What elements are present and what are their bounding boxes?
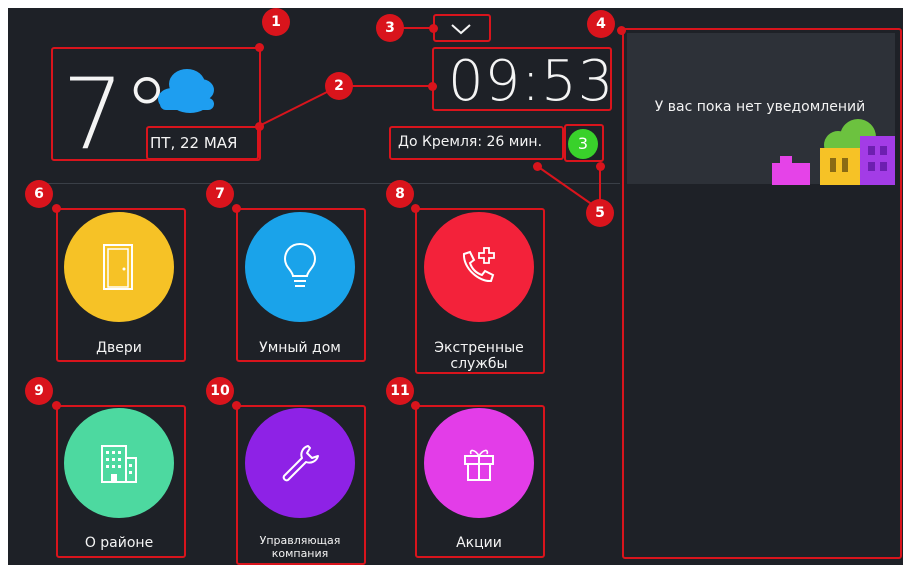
callout-dot-11 <box>411 401 420 410</box>
callout-dot-6 <box>52 204 61 213</box>
callout-dot-1 <box>255 43 264 52</box>
callout-badge-9: 9 <box>25 377 53 405</box>
callout-dot-7 <box>232 204 241 213</box>
callout-badge-2: 2 <box>325 72 353 100</box>
callout-badge-3: 3 <box>376 14 404 42</box>
callout-dot-5b <box>596 162 605 171</box>
callout-badge-6: 6 <box>25 180 53 208</box>
callout-badge-5: 5 <box>586 199 614 227</box>
callout-badge-11: 11 <box>386 377 414 405</box>
callout-dot-8 <box>411 204 420 213</box>
callout-dot-3 <box>429 24 438 33</box>
callout-dot-2b <box>428 82 437 91</box>
callout-connectors <box>258 27 601 211</box>
callout-badge-8: 8 <box>386 180 414 208</box>
callout-dot-9 <box>52 401 61 410</box>
callout-badge-1: 1 <box>262 8 290 36</box>
callout-badge-4: 4 <box>587 10 615 38</box>
callout-badge-10: 10 <box>206 377 234 405</box>
callout-dot-4 <box>617 26 626 35</box>
callout-dot-2a <box>255 122 264 131</box>
callout-dot-10 <box>232 401 241 410</box>
callout-badge-7: 7 <box>206 180 234 208</box>
callout-dot-5a <box>533 162 542 171</box>
